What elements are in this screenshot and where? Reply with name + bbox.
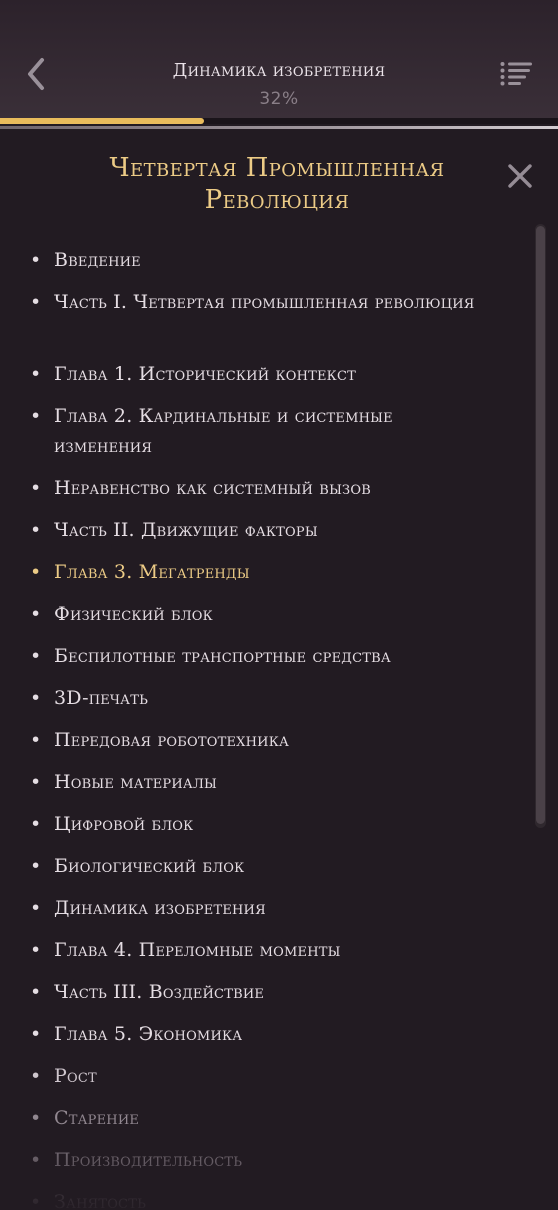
toc-item[interactable]: • Введение — [30, 245, 490, 275]
toc-item-label: Глава 5. Экономика — [54, 1023, 243, 1045]
toc-item-label: Беспилотные транспортные средства — [54, 645, 391, 667]
bullet-icon: • — [30, 1065, 42, 1087]
reader-toc-screen: Динамика изобретения 32% Четвертая Промы… — [0, 0, 558, 1210]
bullet-icon: • — [30, 1191, 42, 1210]
bullet-icon: • — [30, 939, 42, 961]
bullet-icon: • — [30, 813, 42, 835]
bullet-icon: • — [30, 363, 42, 385]
toc-item[interactable]: • Неравенство как системный вызов — [30, 473, 490, 503]
bullet-icon: • — [30, 729, 42, 751]
bullet-icon: • — [30, 981, 42, 1003]
toc-item-label: Глава 1. Исторический контекст — [54, 363, 356, 385]
bullet-icon: • — [30, 291, 42, 313]
toc-item-label: Производительность — [54, 1149, 243, 1171]
bullet-icon: • — [30, 1107, 42, 1129]
toc-item[interactable]: • Производительность — [30, 1145, 490, 1175]
toc-item-label: Глава 3. Мегатренды — [54, 561, 250, 583]
toc-item[interactable]: • Передовая робототехника — [30, 725, 490, 755]
toc-item-label: Физический блок — [54, 603, 213, 625]
toc-item[interactable]: • Старение — [30, 1103, 490, 1133]
toc-item-label: Биологический блок — [54, 855, 245, 877]
toc-item[interactable]: • Часть III. Воздействие — [30, 977, 490, 1007]
toc-item-label: Часть I. Четвертая промышленная революци… — [54, 291, 475, 313]
toc-item-label: Старение — [54, 1107, 140, 1129]
toc-item[interactable]: • Глава 3. Мегатренды — [30, 557, 490, 587]
toc-item-label: Неравенство как системный вызов — [54, 477, 371, 499]
bullet-icon: • — [30, 405, 42, 427]
toc-item[interactable]: • Рост — [30, 1061, 490, 1091]
toc-item[interactable]: • Динамика изобретения — [30, 893, 490, 923]
bullet-icon: • — [30, 1149, 42, 1171]
toc-item-label: Новые материалы — [54, 771, 217, 793]
toc-item-label: Глава 2. Кардинальные и системные измене… — [54, 405, 393, 457]
bullet-icon: • — [30, 477, 42, 499]
toc-item[interactable]: • Беспилотные транспортные средства — [30, 641, 490, 671]
bullet-icon: • — [30, 855, 42, 877]
toc-item-label: Часть II. Движущие факторы — [54, 519, 318, 541]
toc-item[interactable]: • Глава 5. Экономика — [30, 1019, 490, 1049]
bullet-icon: • — [30, 1023, 42, 1045]
bullet-icon: • — [30, 687, 42, 709]
toc-item[interactable]: • Глава 1. Исторический контекст — [30, 359, 490, 389]
bullet-icon: • — [30, 249, 42, 271]
toc-item-label: Передовая робототехника — [54, 729, 289, 751]
toc-item[interactable]: • Занятость — [30, 1187, 490, 1210]
toc-item[interactable]: • Глава 2. Кардинальные и системные измен… — [30, 401, 490, 461]
toc-item-label: 3D-печать — [54, 687, 149, 709]
toc-item[interactable]: • Глава 4. Переломные моменты — [30, 935, 490, 965]
bullet-icon: • — [30, 645, 42, 667]
bullet-icon: • — [30, 771, 42, 793]
toc-item[interactable]: • Цифровой блок — [30, 809, 490, 839]
toc-item[interactable]: • Часть II. Движущие факторы — [30, 515, 490, 545]
toc-list: • Введение • Часть I. Четвертая промышленна… — [0, 0, 558, 1210]
toc-item-label: Цифровой блок — [54, 813, 194, 835]
toc-item-label: Глава 4. Переломные моменты — [54, 939, 341, 961]
toc-item[interactable]: • 3D-печать — [30, 683, 490, 713]
bullet-icon: • — [30, 519, 42, 541]
toc-item-label: Занятость — [54, 1191, 147, 1210]
toc-item[interactable]: • Физический блок — [30, 599, 490, 629]
toc-item[interactable]: • Биологический блок — [30, 851, 490, 881]
bullet-icon: • — [30, 897, 42, 919]
toc-item-label: Введение — [54, 249, 141, 271]
bullet-icon: • — [30, 603, 42, 625]
toc-item[interactable]: • Часть I. Четвертая промышленная революц… — [30, 287, 490, 317]
toc-item[interactable]: • Новые материалы — [30, 767, 490, 797]
bullet-icon: • — [30, 561, 42, 583]
toc-item-label: Часть III. Воздействие — [54, 981, 265, 1003]
toc-item-label: Динамика изобретения — [54, 897, 266, 919]
toc-item-label: Рост — [54, 1065, 97, 1087]
